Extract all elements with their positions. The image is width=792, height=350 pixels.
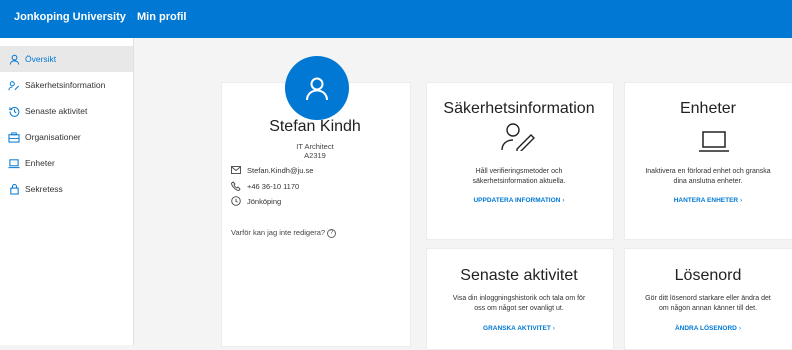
security-info-icon	[500, 121, 538, 153]
sidebar-item-label: Organisationer	[25, 132, 81, 142]
devices-desc-line2: dina anslutna enheter.	[673, 177, 743, 185]
sidebar-item-label: Sekretess	[25, 184, 63, 194]
sidebar-item-label: Säkerhetsinformation	[25, 80, 106, 90]
location-icon	[231, 196, 241, 206]
security-info-desc-line2: säkerhetsinformation aktuella.	[472, 177, 566, 185]
profile-location-row: Jönköping	[231, 196, 281, 206]
manage-devices-label: HANTERA ENHETER	[673, 197, 739, 204]
avatar	[285, 56, 349, 120]
history-icon	[8, 105, 20, 117]
profile-phone-row: +46 36-10 1170	[231, 181, 299, 191]
sidebar-item-enheter[interactable]: Enheter	[0, 150, 133, 176]
why-cant-edit-text: Varför kan jag inte redigera?	[231, 228, 326, 237]
brand-name[interactable]: Jonkoping University	[14, 11, 126, 23]
sidebar-item-senaste-aktivitet[interactable]: Senaste aktivitet	[0, 98, 133, 124]
profile-location: Jönköping	[247, 196, 282, 206]
sidebar-item-oversikt[interactable]: Översikt	[0, 46, 133, 72]
devices-description: Inaktivera en förlorad enhet och granska…	[624, 167, 792, 187]
recent-activity-desc-line1: Visa din inloggningshistorik och tala om…	[452, 295, 586, 302]
sidebar-item-sekretess[interactable]: Sekretess	[0, 176, 133, 202]
lock-icon	[8, 183, 20, 195]
person-icon	[306, 77, 328, 101]
chevron-right-icon: ›	[562, 197, 565, 204]
profile-job-title: IT Architect	[296, 142, 334, 151]
profile-code: A2319	[304, 151, 326, 160]
sidebar: Översikt Säkerhetsinformation Senaste ak…	[0, 38, 134, 345]
sidebar-item-organisationer[interactable]: Organisationer	[0, 124, 133, 150]
profile-email: Stefan.Kindh@ju.se	[247, 165, 314, 175]
devices-title: Enheter	[679, 100, 737, 117]
profile-name: Stefan Kindh	[269, 118, 361, 135]
why-cant-edit-link[interactable]: Varför kan jag inte redigera??	[231, 228, 337, 238]
change-password-label: ÄNDRA LÖSENORD	[674, 325, 737, 332]
app-title[interactable]: Min profil	[137, 11, 187, 23]
sidebar-item-label: Senaste aktivitet	[25, 106, 88, 116]
password-title: Lösenord	[674, 267, 742, 284]
organization-icon	[8, 131, 20, 143]
chevron-right-icon: ›	[552, 325, 555, 332]
profile-email-row: Stefan.Kindh@ju.se	[231, 165, 313, 175]
password-desc-line1: Gör ditt lösenord starkare eller ändra d…	[645, 295, 771, 302]
review-activity-label: GRANSKA AKTIVITET	[483, 325, 551, 332]
devices-desc-line1: Inaktivera en förlorad enhet och granska	[645, 168, 771, 175]
review-activity-link[interactable]: GRANSKA AKTIVITET ›	[426, 325, 612, 332]
chevron-right-icon: ›	[738, 325, 742, 332]
password-description: Gör ditt lösenord starkare eller ändra d…	[624, 294, 792, 314]
laptop-icon	[8, 157, 20, 169]
password-desc-line2: om någon annan känner till det.	[658, 304, 758, 312]
security-info-title: Säkerhetsinformation	[443, 100, 595, 117]
change-password-link[interactable]: ÄNDRA LÖSENORD ›	[624, 325, 792, 332]
recent-activity-title: Senaste aktivitet	[460, 267, 578, 284]
sidebar-item-label: Enheter	[25, 158, 55, 168]
sidebar-item-sakerhetsinformation[interactable]: Säkerhetsinformation	[0, 72, 133, 98]
update-info-label: UPPDATERA INFORMATION	[473, 197, 561, 204]
top-bar: Jonkoping University Min profil	[0, 0, 792, 38]
phone-icon	[231, 181, 241, 191]
profile-phone: +46 36-10 1170	[247, 181, 300, 191]
recent-activity-desc-line2: oss om något ser ovanligt ut.	[474, 304, 564, 312]
manage-devices-link[interactable]: HANTERA ENHETER ›	[624, 197, 792, 204]
help-icon[interactable]: ?	[327, 228, 337, 238]
security-info-description: Håll verifieringsmetoder och säkerhetsin…	[426, 167, 612, 187]
laptop-icon	[698, 130, 730, 154]
mail-icon	[231, 165, 241, 175]
security-info-desc-line1: Håll verifieringsmetoder och	[475, 168, 563, 175]
update-info-link[interactable]: UPPDATERA INFORMATION ›	[426, 197, 612, 204]
recent-activity-description: Visa din inloggningshistorik och tala om…	[426, 294, 612, 314]
person-icon	[8, 53, 20, 65]
security-info-icon	[8, 79, 20, 91]
chevron-right-icon: ›	[740, 197, 743, 204]
sidebar-item-label: Översikt	[25, 54, 57, 64]
